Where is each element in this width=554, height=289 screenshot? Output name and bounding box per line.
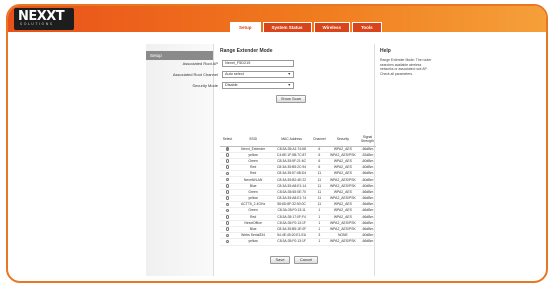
col-security: Security [326, 133, 359, 147]
security-label: Security Mode [192, 83, 218, 88]
save-button[interactable]: Save [270, 256, 290, 264]
security-select[interactable]: Disable ▼ [222, 82, 294, 89]
page-frame: NEXXT SOLUTIONS Setup System Status Wire… [6, 4, 548, 283]
table-header-row: Select SSID MAC Address Channel Security… [220, 133, 376, 147]
select-radio[interactable] [225, 239, 230, 244]
select-radio[interactable] [225, 202, 230, 207]
sidebar-item-setup[interactable]: Setup [146, 51, 213, 60]
channel-select[interactable]: Auto select ▼ [222, 71, 294, 78]
ssid-cell: yellow [234, 238, 272, 246]
select-radio[interactable] [225, 171, 230, 176]
select-radio[interactable] [225, 196, 230, 200]
security-cell: WPA2_AES/PSK [326, 195, 359, 203]
ssid-label: Associated Root AP [182, 61, 218, 66]
select-radio[interactable] [225, 221, 230, 225]
tab-wireless[interactable]: Wireless [313, 22, 351, 32]
select-radio[interactable] [225, 159, 230, 163]
show-scan-button[interactable]: Show Scan [276, 95, 306, 103]
chevron-down-icon: ▼ [287, 72, 291, 76]
tab-system-status[interactable]: System Status [262, 22, 312, 32]
security-cell: WPA2_AES/PSK [326, 220, 359, 227]
col-mac: MAC Address [271, 133, 312, 147]
select-radio[interactable] [225, 165, 230, 170]
tab-setup[interactable]: Setup [230, 22, 261, 32]
col-signal: Signal Strength [358, 133, 376, 147]
site-survey-table: Select SSID MAC Address Channel Security… [220, 133, 376, 246]
col-ssid: SSID [234, 133, 272, 147]
mac-cell: 54:4E:45:20:E1:EA [271, 232, 312, 240]
security-cell: WPA2_AES/PSK [326, 238, 359, 246]
channel-label: Associated Root Channel [172, 72, 218, 77]
security-cell: WPA2_AES/PSK [326, 176, 359, 184]
security-row: Security Mode Disable ▼ [164, 82, 316, 89]
security-cell: WPA2_AES/PSK [326, 226, 359, 234]
ssid-input[interactable]: Nexxt_F5D215 [222, 60, 294, 67]
channel-value: Auto select [225, 72, 244, 76]
select-cell [220, 238, 235, 246]
security-cell: WPA2_AES/PSK [326, 183, 359, 190]
main-panel: Range Extender Mode [220, 48, 372, 54]
page-title: Range Extender Mode [220, 48, 273, 54]
col-select: Select [220, 133, 235, 147]
select-radio[interactable] [225, 214, 230, 219]
mac-cell: C8:3A:35:65:0E:70 [271, 189, 312, 197]
table-row[interactable]: NexxtWLAN C8:3A:35:B2:4E:22 11 WPA2_AES/PSK… [220, 176, 376, 184]
signal-cell: -66dBm [358, 238, 376, 246]
help-panel: Help Range Extender Mode: The router sea… [380, 48, 434, 76]
table-row[interactable]: yellow C8:3A:35:F0:13:1F 1 WPA2_AES/PSK -66d… [220, 238, 376, 246]
help-title: Help [380, 48, 391, 54]
select-radio[interactable] [225, 227, 230, 231]
mac-cell: 58:6D:8F:32:50:0C [271, 201, 312, 209]
select-radio[interactable] [225, 184, 230, 188]
mac-cell: C8:3A:35:F0:13:1F [271, 220, 312, 227]
mac-cell: C8:3A:35:5F:21:6C [271, 158, 312, 166]
mac-cell: C8:3A:35:F0:13:1F [271, 238, 312, 246]
channel-row: Associated Root Channel Auto select ▼ [164, 71, 316, 78]
logo-tagline: SOLUTIONS [20, 22, 54, 26]
ssid-row: Associated Root AP Nexxt_F5D215 [164, 60, 316, 67]
mac-cell: C8:3A:35:B5:1E:0F [271, 226, 312, 234]
select-radio[interactable] [225, 208, 230, 213]
table-row[interactable]: NexxtOffice C8:3A:35:F0:13:1F 1 WPA2_AES/PS… [220, 220, 376, 227]
main-tabs: Setup System Status Wireless Tools [230, 22, 384, 32]
mac-cell: C8:3A:35:57:4B:D4 [271, 170, 312, 178]
sidebar: Setup [146, 44, 214, 276]
select-radio[interactable] [225, 177, 230, 182]
cancel-button[interactable]: Cancel [294, 256, 318, 264]
security-cell: WPA2_AES/PSK [326, 152, 359, 159]
select-radio[interactable] [225, 233, 230, 238]
help-text: Range Extender Mode: The router searches… [380, 58, 432, 76]
channel-cell: 1 [311, 238, 327, 246]
mac-cell: C8:3A:35:A1:74:68 [271, 146, 312, 153]
security-value: Disable [225, 83, 238, 87]
select-radio[interactable] [225, 146, 230, 151]
chevron-down-icon: ▼ [287, 83, 291, 87]
select-radio[interactable] [225, 190, 230, 194]
mac-cell: C4:6E:1F:5B:7C:87 [271, 152, 312, 159]
mac-cell: C8:3A:35:17:0F:F4 [271, 214, 312, 221]
brand-logo: NEXXT SOLUTIONS [14, 8, 74, 30]
mac-cell: C8:3A:35:B2:4E:22 [271, 176, 312, 184]
top-banner: NEXXT SOLUTIONS Setup System Status Wire… [8, 6, 546, 32]
mac-cell: C8:3A:35:A8:E1:14 [271, 183, 312, 190]
select-radio[interactable] [225, 153, 230, 157]
tab-tools[interactable]: Tools [352, 22, 382, 32]
mac-cell: C8:3A:35:B5:2C:94 [271, 164, 312, 172]
mac-cell: C8:3A:35:A8:E1:74 [271, 195, 312, 203]
col-channel: Channel [311, 133, 327, 147]
